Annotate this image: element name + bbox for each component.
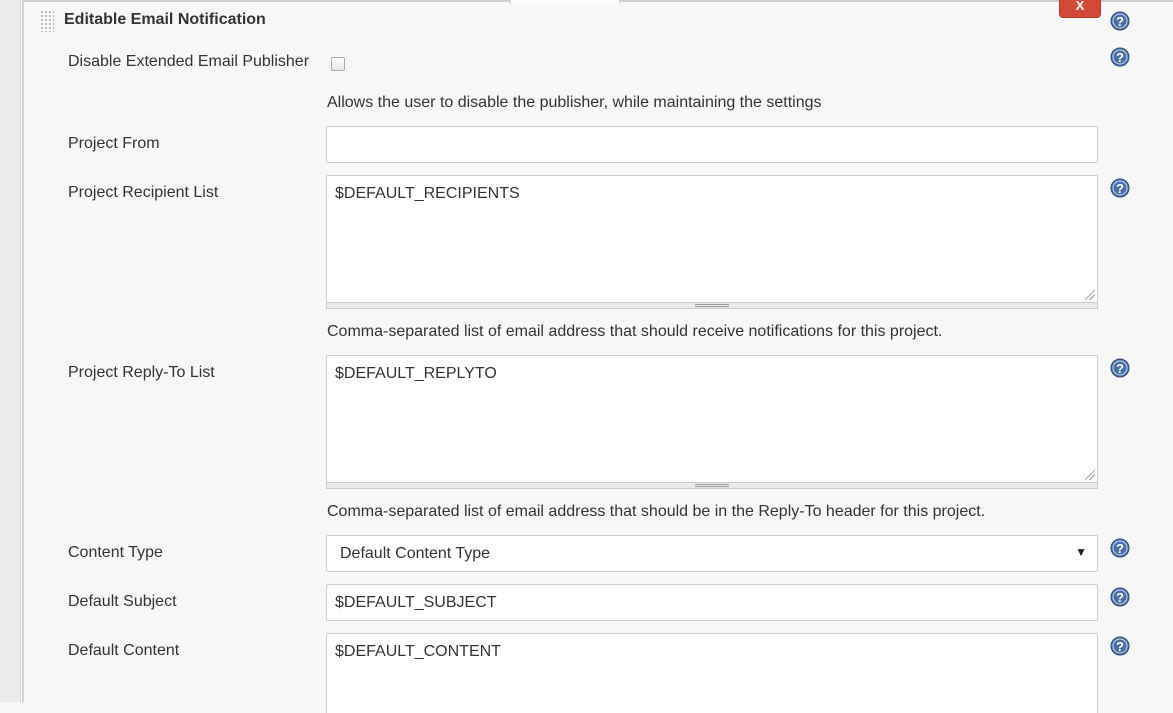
- help-icon[interactable]: ?: [1110, 178, 1130, 198]
- disable-publisher-checkbox[interactable]: [331, 57, 345, 71]
- recipient-list-description: Comma-separated list of email address th…: [327, 323, 943, 340]
- help-icon[interactable]: ?: [1110, 538, 1130, 558]
- resize-corner-icon[interactable]: [1085, 470, 1095, 480]
- default-subject-input[interactable]: $DEFAULT_SUBJECT: [326, 584, 1098, 621]
- disable-publisher-label: Disable Extended Email Publisher: [68, 53, 310, 70]
- default-subject-label: Default Subject: [68, 593, 177, 610]
- svg-text:?: ?: [1116, 590, 1124, 605]
- default-content-label: Default Content: [68, 642, 180, 659]
- content-type-selected: Default Content Type: [340, 545, 491, 562]
- help-icon[interactable]: ?: [1110, 587, 1130, 607]
- dropdown-arrow-icon: ▼: [1075, 545, 1087, 559]
- svg-text:?: ?: [1116, 14, 1124, 29]
- reply-to-list-label: Project Reply-To List: [68, 364, 215, 381]
- reply-to-list-description: Comma-separated list of email address th…: [327, 503, 986, 520]
- textarea-resize-handle[interactable]: [326, 303, 1098, 309]
- top-tab: [510, 0, 620, 4]
- help-icon[interactable]: ?: [1110, 47, 1130, 67]
- svg-text:?: ?: [1116, 50, 1124, 65]
- default-content-textarea[interactable]: $DEFAULT_CONTENT: [326, 633, 1098, 713]
- svg-text:?: ?: [1116, 639, 1124, 654]
- resize-corner-icon[interactable]: [1085, 290, 1095, 300]
- content-type-select[interactable]: Default Content Type ▼: [326, 535, 1098, 572]
- grip-lines-icon: [695, 304, 729, 307]
- reply-to-list-textarea[interactable]: $DEFAULT_REPLYTO: [326, 355, 1098, 483]
- help-icon[interactable]: ?: [1110, 636, 1130, 656]
- textarea-resize-handle[interactable]: [326, 483, 1098, 489]
- svg-text:?: ?: [1116, 361, 1124, 376]
- project-from-label: Project From: [68, 135, 160, 152]
- svg-text:?: ?: [1116, 181, 1124, 196]
- recipient-list-value: $DEFAULT_RECIPIENTS: [335, 185, 520, 202]
- project-from-input[interactable]: [326, 126, 1098, 163]
- default-content-value: $DEFAULT_CONTENT: [335, 643, 501, 660]
- grip-lines-icon: [695, 484, 729, 487]
- drag-handle-icon[interactable]: [40, 10, 54, 32]
- recipient-list-textarea[interactable]: $DEFAULT_RECIPIENTS: [326, 175, 1098, 303]
- disable-publisher-description: Allows the user to disable the publisher…: [327, 94, 822, 111]
- recipient-list-label: Project Recipient List: [68, 184, 219, 201]
- delete-button[interactable]: X: [1059, 0, 1101, 18]
- left-border: [22, 0, 24, 702]
- help-icon[interactable]: ?: [1110, 358, 1130, 378]
- recipient-list-field[interactable]: $DEFAULT_RECIPIENTS: [326, 175, 1098, 309]
- default-content-field[interactable]: $DEFAULT_CONTENT: [326, 633, 1098, 713]
- help-icon[interactable]: ?: [1110, 11, 1130, 31]
- svg-text:?: ?: [1116, 541, 1124, 556]
- content-type-label: Content Type: [68, 544, 163, 561]
- section-title: Editable Email Notification: [64, 11, 266, 28]
- reply-to-list-field[interactable]: $DEFAULT_REPLYTO: [326, 355, 1098, 489]
- left-gutter: [0, 0, 21, 702]
- reply-to-list-value: $DEFAULT_REPLYTO: [335, 365, 497, 382]
